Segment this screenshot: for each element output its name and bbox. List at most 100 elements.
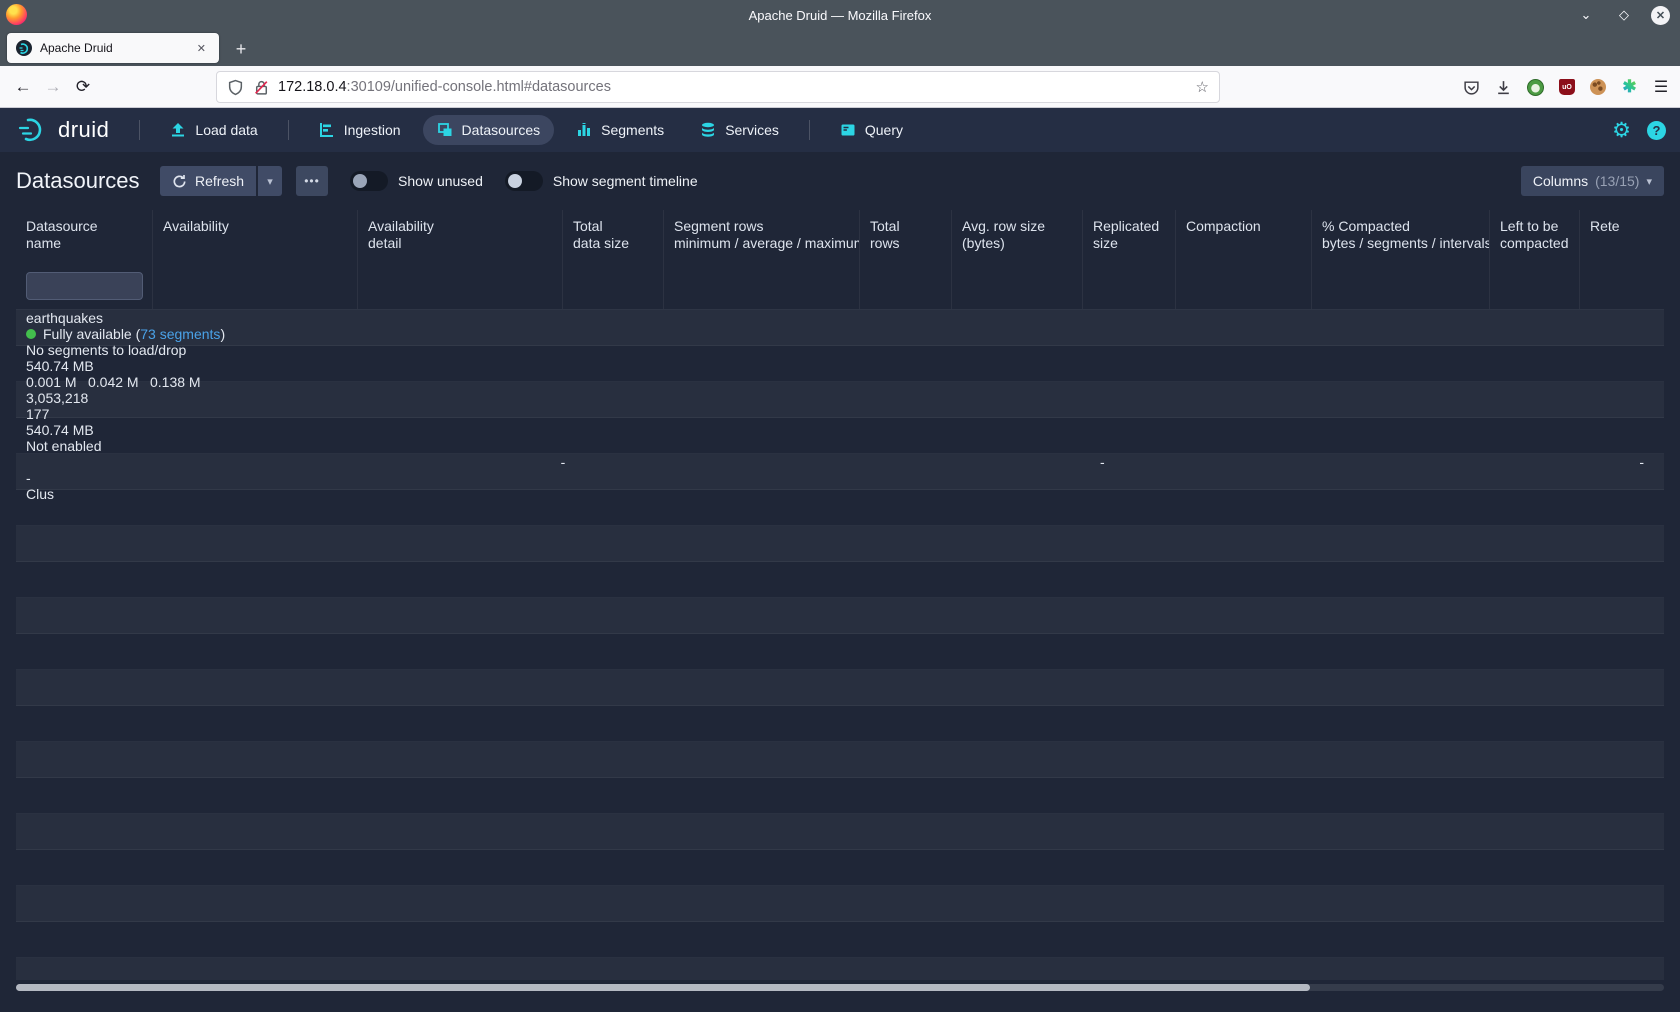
firefox-logo — [6, 4, 27, 25]
nav-divider — [288, 120, 289, 140]
show-segment-timeline-toggle[interactable] — [505, 171, 543, 191]
col-header-segment-rows[interactable]: Segment rowsminimum / average / maximum — [664, 210, 860, 262]
toggle-knob — [508, 174, 522, 188]
tab-close-icon[interactable]: ✕ — [193, 40, 210, 57]
pct-bytes: - — [26, 454, 565, 470]
nav-item-load-data[interactable]: Load data — [156, 115, 271, 145]
new-tab-button[interactable]: + — [228, 38, 254, 60]
browser-toolbar: ← → ⟳ 172.18.0.4:30109/unified-console.h… — [0, 66, 1680, 108]
col-header-left-to-compact[interactable]: Left to becompacted — [1490, 210, 1580, 262]
horizontal-scrollbar-thumb[interactable] — [16, 984, 1310, 991]
col-header-pct-compacted[interactable]: % Compactedbytes / segments / intervals — [1312, 210, 1490, 262]
back-button[interactable]: ← — [8, 77, 38, 97]
druid-navbar: druid Load data Ingestion Datasources — [0, 108, 1680, 152]
load-data-icon — [170, 122, 186, 138]
col-header-retention[interactable]: Rete — [1580, 210, 1664, 262]
nav-item-query[interactable]: Query — [826, 115, 917, 145]
nav-item-label: Ingestion — [344, 122, 401, 138]
pct-segments: - — [565, 454, 1104, 470]
col-header-avg-row-size[interactable]: Avg. row size(bytes) — [952, 210, 1083, 262]
pct-intervals: - — [1105, 454, 1644, 470]
segments-link[interactable]: 73 segments — [140, 326, 220, 342]
col-header-availability[interactable]: Availability — [153, 210, 358, 262]
columns-label: Columns — [1533, 173, 1588, 189]
refresh-button[interactable]: Refresh — [160, 166, 256, 196]
nav-item-label: Load data — [195, 122, 257, 138]
menu-hamburger-icon[interactable]: ☰ — [1653, 79, 1670, 96]
col-header-replicated-size[interactable]: Replicatedsize — [1083, 210, 1176, 262]
cell-pct-compacted: - - - — [16, 454, 1664, 470]
page-title: Datasources — [16, 168, 144, 194]
refresh-label: Refresh — [195, 173, 244, 189]
ublock-extension-icon[interactable]: uO — [1559, 79, 1575, 95]
datasource-name-filter-input[interactable] — [26, 272, 143, 300]
druid-favicon — [16, 40, 32, 56]
nav-item-ingestion[interactable]: Ingestion — [305, 115, 415, 145]
window-title: Apache Druid — Mozilla Firefox — [0, 8, 1680, 23]
browser-tab[interactable]: Apache Druid ✕ — [7, 33, 219, 63]
close-window-icon[interactable]: ✕ — [1651, 6, 1670, 25]
services-icon — [700, 122, 716, 138]
show-timeline-label: Show segment timeline — [553, 173, 698, 189]
help-icon[interactable]: ? — [1647, 121, 1666, 140]
table-row-empty — [16, 958, 1664, 980]
availability-text: Fully available ( — [43, 326, 140, 342]
datasources-table: Datasourcename Availability Availability… — [16, 210, 1664, 980]
nav-item-label: Datasources — [462, 122, 541, 138]
table-row-empty — [16, 526, 1664, 562]
nav-item-segments[interactable]: Segments — [562, 115, 678, 145]
ingestion-icon — [319, 122, 335, 138]
settings-gear-icon[interactable]: ⚙ — [1612, 120, 1631, 141]
show-unused-toggle[interactable] — [350, 171, 388, 191]
refresh-icon — [172, 174, 187, 189]
show-timeline-toggle-group: Show segment timeline — [505, 171, 698, 191]
horizontal-scrollbar-track[interactable] — [16, 984, 1664, 991]
nav-item-services[interactable]: Services — [686, 115, 793, 145]
reload-button[interactable]: ⟳ — [68, 77, 98, 97]
refresh-caret-button[interactable]: ▾ — [258, 166, 282, 196]
segment-rows-min: 0.001 M — [26, 374, 88, 390]
more-actions-button[interactable]: ••• — [296, 166, 328, 196]
greasemonkey-extension-icon[interactable] — [1527, 79, 1544, 96]
forward-button[interactable]: → — [38, 77, 68, 97]
col-header-total-data-size[interactable]: Totaldata size — [563, 210, 664, 262]
download-icon[interactable] — [1495, 79, 1512, 96]
table-row-empty — [16, 742, 1664, 778]
insecure-lock-icon[interactable] — [253, 79, 270, 96]
show-unused-toggle-group: Show unused — [350, 171, 483, 191]
status-dot-green — [26, 329, 36, 339]
window-titlebar: Apache Druid — Mozilla Firefox ⌄ ◇ ✕ — [0, 0, 1680, 30]
col-header-availability-detail[interactable]: Availabilitydetail — [358, 210, 563, 262]
table-row-empty — [16, 418, 1664, 454]
cell-availability: Fully available (73 segments) — [16, 326, 1664, 342]
segments-icon — [576, 122, 592, 138]
query-icon — [840, 122, 856, 138]
tracking-shield-icon[interactable] — [227, 79, 244, 96]
table-row-empty — [16, 922, 1664, 958]
nav-item-label: Services — [725, 122, 779, 138]
table-row-empty — [16, 346, 1664, 382]
table-row-empty — [16, 598, 1664, 634]
maximize-icon[interactable]: ◇ — [1613, 4, 1635, 26]
table-row-empty — [16, 814, 1664, 850]
bookmark-star-icon[interactable]: ☆ — [1196, 78, 1209, 96]
table-header-row: Datasourcename Availability Availability… — [16, 210, 1664, 262]
pocket-icon[interactable] — [1463, 79, 1480, 96]
tab-title: Apache Druid — [40, 41, 193, 55]
table-row-empty — [16, 562, 1664, 598]
table-row-empty — [16, 850, 1664, 886]
nav-item-datasources[interactable]: Datasources — [423, 115, 555, 145]
cookie-extension-icon[interactable] — [1590, 79, 1606, 95]
cell-datasource-name[interactable]: earthquakes — [16, 310, 1664, 326]
col-header-compaction[interactable]: Compaction — [1176, 210, 1312, 262]
columns-button[interactable]: Columns (13/15) ▾ — [1521, 166, 1664, 196]
availability-text: ) — [220, 326, 225, 342]
extension-asterisk-icon[interactable]: ✱ — [1621, 79, 1638, 96]
segment-rows-avg: 0.042 M — [88, 374, 150, 390]
table-row-empty — [16, 886, 1664, 922]
col-header-datasource-name[interactable]: Datasourcename — [16, 210, 153, 262]
minimize-icon[interactable]: ⌄ — [1575, 4, 1597, 26]
col-header-total-rows[interactable]: Totalrows — [860, 210, 952, 262]
url-bar[interactable]: 172.18.0.4:30109/unified-console.html#da… — [216, 71, 1220, 103]
table-row-earthquakes[interactable]: earthquakes Fully available (73 segments… — [16, 310, 1664, 346]
